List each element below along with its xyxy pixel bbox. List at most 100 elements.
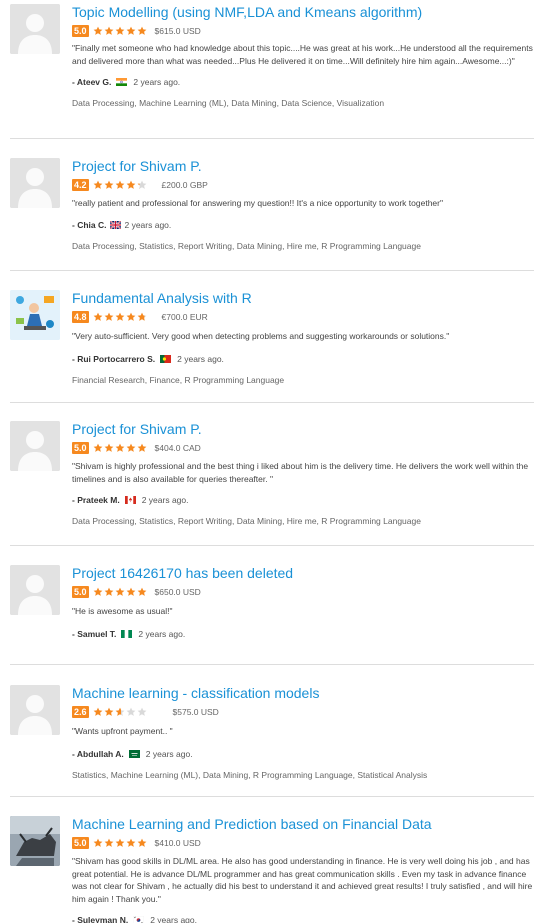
star-icon bbox=[126, 180, 135, 189]
star-icon bbox=[93, 180, 102, 189]
star-icon bbox=[93, 312, 102, 321]
avatar[interactable] bbox=[10, 158, 60, 208]
review-item: Project for Shivam P. 5.0 $404.0 CAD "Sh… bbox=[0, 421, 539, 531]
review-quote: "Shivam has good skills in DL/ML area. H… bbox=[72, 856, 533, 904]
star-rating bbox=[93, 443, 148, 453]
star-icon bbox=[126, 838, 135, 847]
price-label: $615.0 USD bbox=[154, 26, 201, 36]
review-item: Machine learning - classification models… bbox=[0, 685, 539, 780]
project-title-link[interactable]: Project 16426170 has been deleted bbox=[72, 565, 534, 582]
rating-row: 5.0 bbox=[72, 441, 534, 455]
star-icon bbox=[137, 443, 146, 452]
canada-flag-icon bbox=[124, 496, 136, 504]
star-icon bbox=[104, 587, 113, 596]
author-line: - Ateev G. 2 years ago. bbox=[72, 76, 534, 88]
nigeria-flag-icon bbox=[121, 629, 133, 638]
default-avatar-icon bbox=[10, 565, 60, 615]
illustration-avatar-icon bbox=[10, 290, 60, 340]
star-rating bbox=[93, 587, 148, 597]
star-rating bbox=[93, 707, 148, 717]
project-title-link[interactable]: Topic Modelling (using NMF,LDA and Kmean… bbox=[72, 4, 534, 21]
project-title-link[interactable]: Machine Learning and Prediction based on… bbox=[72, 816, 534, 833]
project-title-link[interactable]: Project for Shivam P. bbox=[72, 158, 534, 175]
author-line: - Samuel T. 2 years ago. bbox=[72, 628, 534, 640]
rating-row: 5.0 bbox=[72, 836, 534, 850]
avatar[interactable] bbox=[10, 421, 60, 471]
reviewer-name: - Rui Portocarrero S. bbox=[72, 353, 156, 364]
price-label: €700.0 EUR bbox=[161, 312, 208, 322]
avatar[interactable] bbox=[10, 4, 60, 54]
star-rating bbox=[93, 26, 148, 36]
project-title-link[interactable]: Project for Shivam P. bbox=[72, 421, 534, 438]
reviewer-name: - Abdullah A. bbox=[72, 748, 124, 759]
divider bbox=[10, 138, 534, 139]
price-label: $575.0 USD bbox=[172, 707, 219, 717]
skills-list: Data Processing, Statistics, Report Writ… bbox=[72, 516, 421, 526]
star-icon bbox=[104, 180, 113, 189]
star-icon bbox=[126, 587, 135, 596]
review-item: Project for Shivam P. 4.2 £200.0 GBP "re… bbox=[0, 158, 539, 258]
portugal-flag-icon bbox=[160, 354, 172, 363]
star-icon bbox=[93, 838, 102, 847]
project-title-link[interactable]: Machine learning - classification models bbox=[72, 685, 534, 702]
review-quote: "He is awesome as usual!" bbox=[72, 606, 173, 616]
author-line: - Suleyman N. 2 years ago. bbox=[72, 914, 534, 923]
star-icon bbox=[126, 707, 135, 716]
divider bbox=[10, 796, 534, 797]
review-item: Project 16426170 has been deleted 5.0 $6… bbox=[0, 565, 539, 645]
star-icon bbox=[115, 26, 124, 35]
avatar[interactable] bbox=[10, 816, 60, 866]
divider bbox=[10, 545, 534, 546]
star-icon bbox=[137, 180, 146, 189]
star-icon bbox=[115, 587, 124, 596]
review-time: 2 years ago. bbox=[124, 219, 172, 230]
review-time: 2 years ago. bbox=[133, 77, 181, 87]
avatar[interactable] bbox=[10, 290, 60, 340]
star-icon bbox=[104, 443, 113, 452]
default-avatar-icon bbox=[10, 685, 60, 735]
star-icon bbox=[126, 26, 135, 35]
review-quote: "Wants upfront payment.. " bbox=[72, 726, 173, 736]
review-item: Machine Learning and Prediction based on… bbox=[0, 816, 539, 923]
photo-avatar-icon bbox=[10, 816, 60, 866]
divider bbox=[10, 664, 534, 665]
star-icon bbox=[93, 26, 102, 35]
divider bbox=[10, 402, 534, 403]
rating-badge: 4.8 bbox=[72, 311, 89, 323]
author-line: - Rui Portocarrero S. 2 years ago. bbox=[72, 353, 534, 365]
rating-badge: 5.0 bbox=[72, 442, 89, 454]
rating-badge: 5.0 bbox=[72, 837, 89, 849]
avatar[interactable] bbox=[10, 565, 60, 615]
star-icon bbox=[115, 707, 124, 716]
review-time: 2 years ago. bbox=[138, 628, 186, 639]
skills-list: Financial Research, Finance, R Programmi… bbox=[72, 374, 285, 385]
star-icon bbox=[93, 707, 102, 716]
avatar[interactable] bbox=[10, 685, 60, 735]
star-icon bbox=[137, 838, 146, 847]
default-avatar-icon bbox=[10, 421, 60, 471]
review-quote: "Finally met someone who had knowledge a… bbox=[72, 43, 533, 66]
skills-list: Data Processing, Machine Learning (ML), … bbox=[72, 98, 385, 108]
rating-row: 4.8 €700.0 EUR bbox=[72, 310, 534, 324]
skills-list: Data Processing, Statistics, Report Writ… bbox=[72, 240, 421, 251]
review-item: Topic Modelling (using NMF,LDA and Kmean… bbox=[0, 4, 539, 130]
price-label: $410.0 USD bbox=[154, 838, 201, 848]
review-quote: "really patient and professional for ans… bbox=[72, 198, 443, 208]
review-item: Fundamental Analysis with R 4.8 €700.0 E… bbox=[0, 290, 539, 386]
rating-row: 5.0 bbox=[72, 24, 534, 38]
review-quote: "Very auto-sufficient. Very good when de… bbox=[72, 331, 450, 341]
star-icon bbox=[126, 443, 135, 452]
review-quote: "Shivam is highly professional and the b… bbox=[72, 461, 529, 484]
price-label: $404.0 CAD bbox=[154, 443, 201, 453]
star-icon bbox=[137, 312, 146, 321]
star-icon bbox=[137, 707, 146, 716]
reviewer-name: - Suleyman N. bbox=[72, 915, 129, 923]
reviewer-name: - Chia C. bbox=[72, 219, 107, 230]
default-avatar-icon bbox=[10, 158, 60, 208]
star-icon bbox=[104, 26, 113, 35]
project-title-link[interactable]: Fundamental Analysis with R bbox=[72, 290, 534, 307]
saudi-flag-icon bbox=[128, 749, 140, 758]
review-time: 2 years ago. bbox=[177, 353, 224, 364]
star-icon bbox=[115, 838, 124, 847]
rating-row: 2.6 $575.0 USD bbox=[72, 705, 534, 719]
